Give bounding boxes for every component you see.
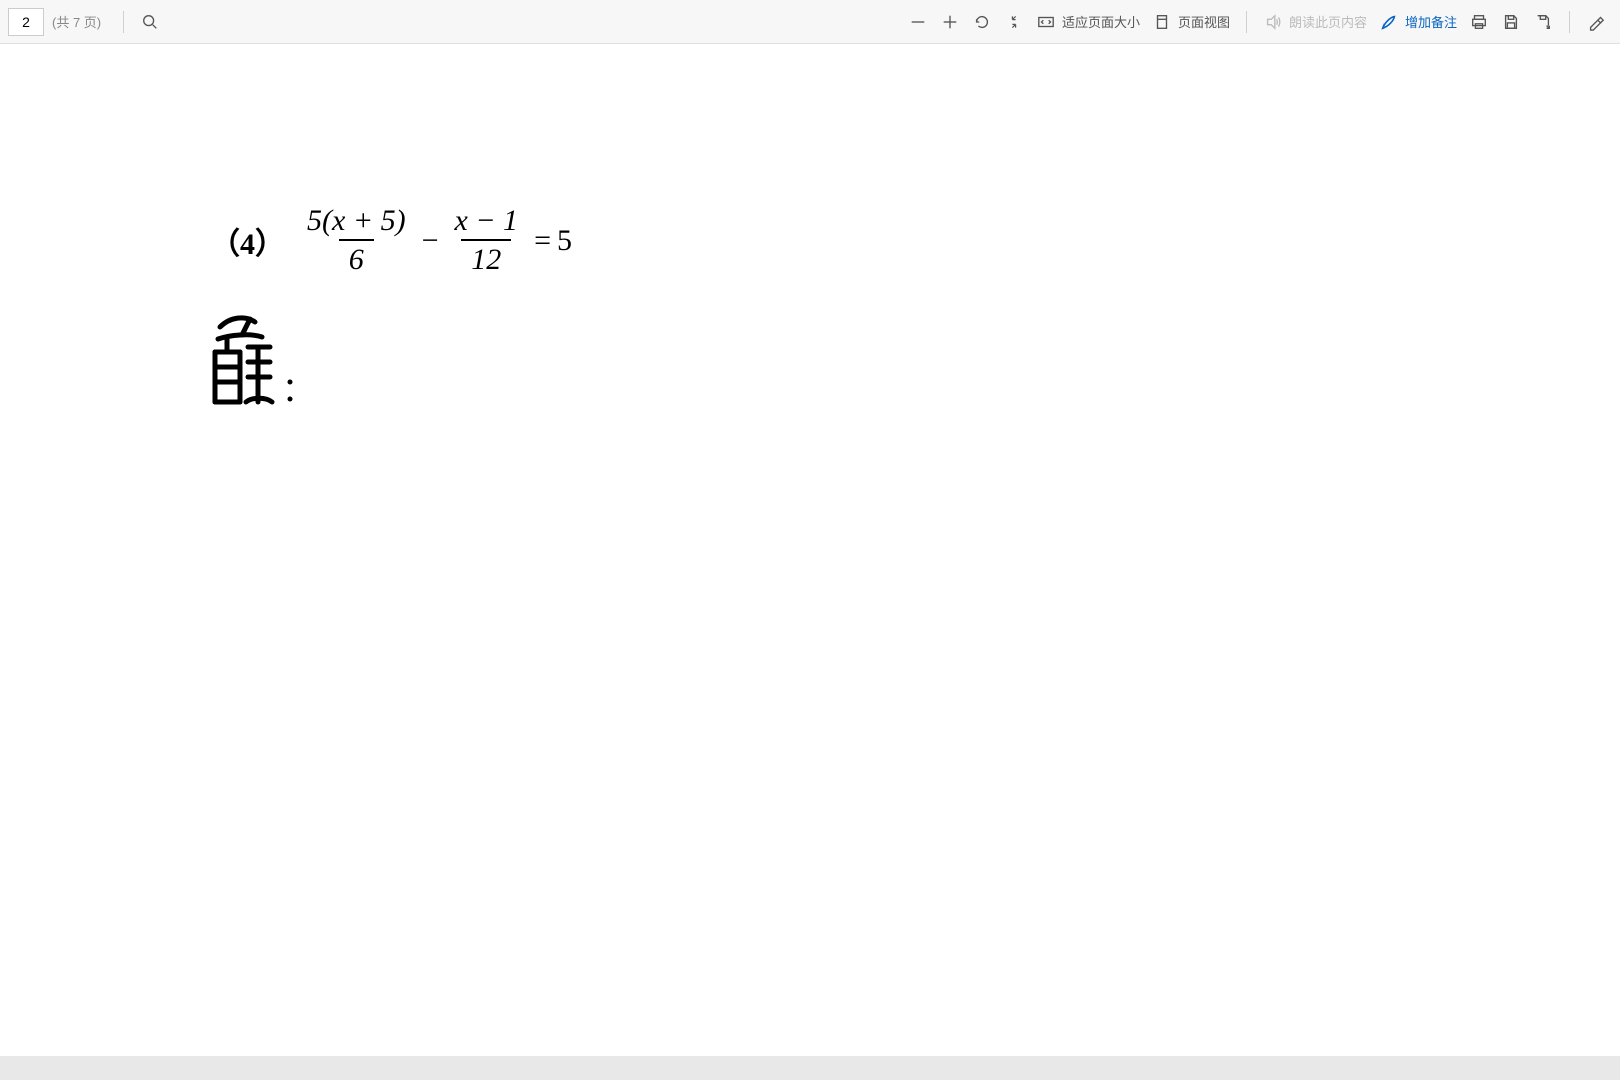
fraction-2-denominator: 12 [461, 239, 511, 278]
fraction-2-numerator: x − 1 [450, 204, 522, 239]
pdf-toolbar: (共 7 页) 适应页面大小 页面视图 [0, 0, 1620, 44]
zoom-in-button[interactable] [934, 8, 966, 36]
search-button[interactable] [134, 8, 166, 36]
page-number-input[interactable] [8, 8, 44, 36]
page-view-label: 页面视图 [1178, 12, 1230, 31]
separator [123, 11, 124, 33]
equals-operator: = [534, 224, 551, 258]
separator [1246, 11, 1247, 33]
save-as-button[interactable] [1527, 8, 1559, 36]
add-notes-button[interactable]: 增加备注 [1373, 8, 1463, 36]
fit-page-label: 适应页面大小 [1062, 12, 1140, 31]
handwritten-solution-label [200, 307, 1420, 422]
status-bar [0, 1056, 1620, 1080]
page-view-icon [1152, 12, 1172, 32]
document-viewport[interactable]: （4） 5(x + 5) 6 − x − 1 12 = 5 [0, 44, 1620, 1056]
collapse-button[interactable] [998, 8, 1030, 36]
read-aloud-button[interactable]: 朗读此页内容 [1257, 8, 1373, 36]
plus-icon [940, 12, 960, 32]
equation: （4） 5(x + 5) 6 − x − 1 12 = 5 [210, 204, 1420, 277]
collapse-icon [1004, 12, 1024, 32]
handwriting-glyph [200, 307, 310, 417]
equation-rhs: 5 [557, 224, 572, 258]
page-count-label: (共 7 页) [52, 12, 101, 31]
zoom-out-button[interactable] [902, 8, 934, 36]
print-button[interactable] [1463, 8, 1495, 36]
pen-icon [1379, 12, 1399, 32]
separator [1569, 11, 1570, 33]
fraction-1-numerator: 5(x + 5) [303, 204, 410, 239]
highlighter-button[interactable] [1580, 8, 1612, 36]
minus-operator: − [422, 224, 439, 258]
rotate-icon [972, 12, 992, 32]
highlighter-icon [1586, 12, 1606, 32]
problem-number: （4） [210, 219, 285, 263]
search-icon [140, 12, 160, 32]
page-view-button[interactable]: 页面视图 [1146, 8, 1236, 36]
save-icon [1501, 12, 1521, 32]
add-notes-label: 增加备注 [1405, 12, 1457, 31]
rotate-button[interactable] [966, 8, 998, 36]
save-as-icon [1533, 12, 1553, 32]
print-icon [1469, 12, 1489, 32]
fit-page-button[interactable]: 适应页面大小 [1030, 8, 1146, 36]
read-aloud-label: 朗读此页内容 [1289, 12, 1367, 31]
fraction-1: 5(x + 5) 6 [303, 204, 410, 277]
read-aloud-icon [1263, 12, 1283, 32]
fraction-1-denominator: 6 [339, 239, 374, 278]
save-button[interactable] [1495, 8, 1527, 36]
fraction-2: x − 1 12 [450, 204, 522, 277]
minus-icon [908, 12, 928, 32]
document-page: （4） 5(x + 5) 6 − x − 1 12 = 5 [0, 44, 1620, 1056]
fit-page-icon [1036, 12, 1056, 32]
